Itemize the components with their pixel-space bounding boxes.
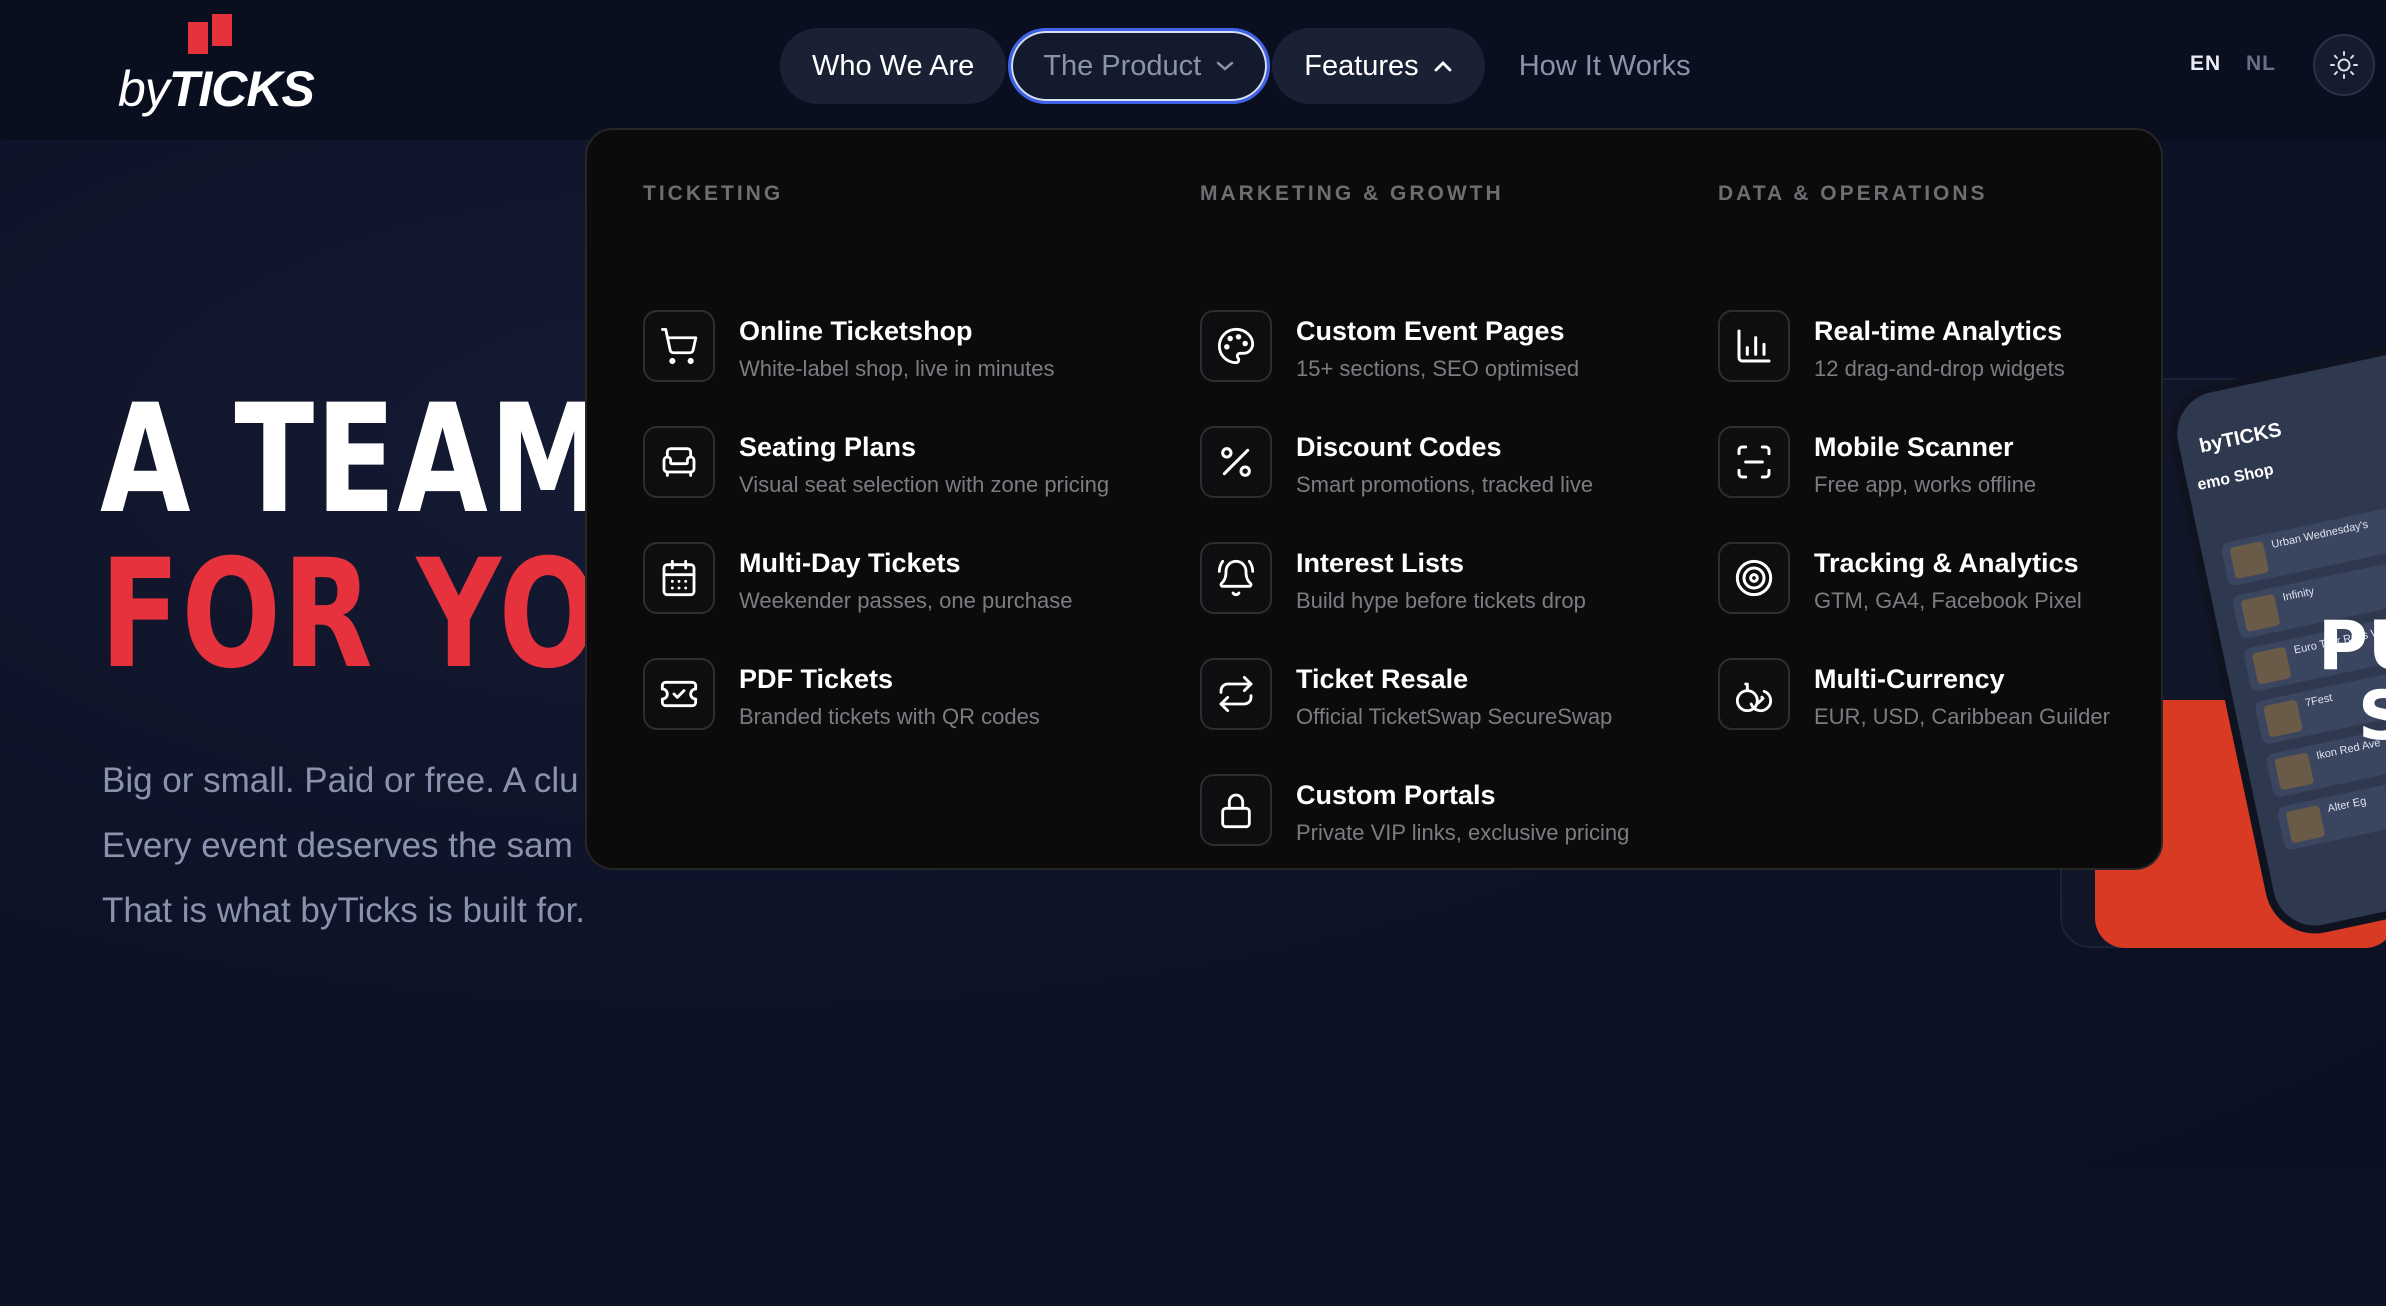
percent-icon [1200,426,1272,498]
column-heading: TICKETING [643,182,784,205]
logo-ticks: TICKS [168,61,315,117]
menu-item-title: Discount Codes [1296,432,1502,462]
lang-nl[interactable]: NL [2246,52,2276,76]
menu-item-desc: Visual seat selection with zone pricing [739,472,1110,497]
menu-item-title: PDF Tickets [739,664,894,694]
chevron-up-icon [1434,61,1452,72]
calendar-icon [643,542,715,614]
hero-body-line: Big or small. Paid or free. A clu [102,761,579,800]
site-header: byTICKS Who We Are The Product Features … [0,0,2386,140]
main-nav: Who We Are The Product Features How It W… [780,28,1725,104]
dropdown-column-data: DATA & OPERATIONS Real-time Analytics 12… [1718,182,2138,730]
menu-item-desc: Free app, works offline [1814,472,2037,497]
column-heading: DATA & OPERATIONS [1718,182,1988,205]
menu-item-title: Multi-Day Tickets [739,548,961,578]
phone-brand: byTICKS [2197,418,2284,458]
nav-who-we-are[interactable]: Who We Are [780,28,1007,104]
menu-item-desc: 15+ sections, SEO optimised [1296,356,1580,381]
chevron-down-icon [1216,61,1234,71]
logo-wordmark: byTICKS [118,61,315,117]
lang-en[interactable]: EN [2190,52,2221,76]
hero-body-line: Every event deserves the sam [102,826,573,865]
target-icon [1718,542,1790,614]
ticket-icon [643,658,715,730]
phone-overlay-text: PU S [2318,612,2386,752]
bar-chart-icon [1718,310,1790,382]
coins-icon [1718,658,1790,730]
hero-body: Big or small. Paid or free. A clu Every … [102,748,585,943]
logo-by: by [118,61,170,117]
menu-item-title: Custom Portals [1296,780,1496,810]
menu-item-title: Multi-Currency [1814,664,2005,694]
sun-icon [2330,51,2358,79]
swap-icon [1200,658,1272,730]
page-footer-band [0,1175,2386,1306]
menu-item-title: Ticket Resale [1296,664,1469,694]
column-heading: MARKETING & GROWTH [1200,182,1504,205]
scan-icon [1718,426,1790,498]
menu-item-desc: Weekender passes, one purchase [739,588,1073,613]
menu-item-desc: White-label shop, live in minutes [739,356,1055,381]
menu-item-desc: EUR, USD, Caribbean Guilder [1814,704,2110,729]
nav-who-we-are-label: Who We Are [812,49,975,82]
menu-item-desc: Branded tickets with QR codes [739,704,1040,729]
palette-icon [1200,310,1272,382]
menu-item-desc: Build hype before tickets drop [1296,588,1586,613]
theme-toggle-button[interactable] [2313,34,2375,96]
lock-icon [1200,774,1272,846]
features-dropdown: TICKETING Online Ticketshop White-label … [585,128,2163,870]
dropdown-column-ticketing: TICKETING Online Ticketshop White-label … [643,182,1163,730]
cart-icon [643,310,715,382]
dropdown-column-marketing: MARKETING & GROWTH Custom Event Pages 15… [1200,182,1700,846]
nav-the-product[interactable]: The Product [1008,28,1271,104]
hero-body-line: That is what byTicks is built for. [102,891,586,930]
menu-item-desc: GTM, GA4, Facebook Pixel [1814,588,2082,613]
logo[interactable]: byTICKS [118,14,315,114]
nav-features-label: Features [1304,49,1419,82]
menu-item-title: Custom Event Pages [1296,316,1565,346]
menu-item-title: Real-time Analytics [1814,316,2063,346]
menu-item-desc: 12 drag-and-drop widgets [1814,356,2065,381]
bell-icon [1200,542,1272,614]
phone-overlay-line: PU [2318,607,2386,686]
nav-features[interactable]: Features [1272,28,1485,104]
menu-item-title: Seating Plans [739,432,917,462]
menu-item-title: Tracking & Analytics [1814,548,2079,578]
menu-item-desc: Smart promotions, tracked live [1296,472,1594,497]
logo-mark-icon [188,14,232,54]
armchair-icon [643,426,715,498]
nav-how-it-works-label: How It Works [1518,49,1691,82]
nav-how-it-works[interactable]: How It Works [1487,28,1723,104]
nav-the-product-label: The Product [1043,49,1202,82]
phone-overlay-line: S [2358,677,2386,756]
menu-item-desc: Private VIP links, exclusive pricing [1296,820,1630,845]
menu-item-desc: Official TicketSwap SecureSwap [1296,704,1613,729]
menu-item-title: Mobile Scanner [1814,432,2014,462]
phone-shop-title: emo Shop [2195,461,2276,494]
menu-item-title: Interest Lists [1296,548,1465,578]
menu-item-title: Online Ticketshop [739,316,973,346]
